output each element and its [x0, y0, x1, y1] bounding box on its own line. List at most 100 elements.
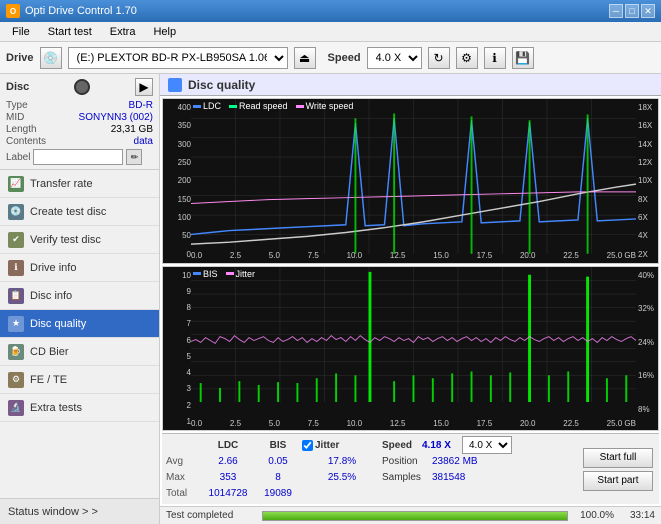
disc-quality-icon: ★ — [8, 316, 24, 332]
chart1-container: LDC Read speed Write speed 400 350 300 — [162, 98, 659, 264]
progress-bar-fill — [263, 512, 567, 520]
chart1-y-right: 18X 16X 14X 12X 10X 8X 6X 4X 2X — [636, 99, 658, 263]
chart2-y-right: 40% 32% 24% 16% 8% — [636, 267, 658, 431]
chart1-svg — [191, 99, 636, 254]
chart2-y-left: 10 9 8 7 6 5 4 3 2 1 — [163, 267, 191, 431]
verify-test-icon: ✔ — [8, 232, 24, 248]
drive-select[interactable]: (E:) PLEXTOR BD-R PX-LB950SA 1.06 — [68, 47, 288, 69]
disc-info-table: Type BD-R MID SONYNN3 (002) Length 23,31… — [6, 100, 153, 165]
sidebar-item-transfer-rate[interactable]: 📈 Transfer rate — [0, 170, 159, 198]
sidebar: Disc ▶ Type BD-R MID SONYNN3 (002) Lengt… — [0, 74, 160, 524]
speed-val: 4.18 X — [422, 440, 462, 451]
total-bis: 19089 — [254, 488, 302, 499]
drive-info-icon: ℹ — [8, 260, 24, 276]
menu-start-test[interactable]: Start test — [40, 24, 100, 40]
menu-help[interactable]: Help — [145, 24, 184, 40]
speed-label: Speed — [328, 52, 361, 64]
contents-key: Contents — [6, 136, 46, 147]
eject-button[interactable]: ⏏ — [294, 47, 316, 69]
menubar: File Start test Extra Help — [0, 22, 661, 42]
close-button[interactable]: ✕ — [641, 4, 655, 18]
sidebar-item-fe-te[interactable]: ⚙ FE / TE — [0, 366, 159, 394]
progress-bar-bg — [262, 511, 568, 521]
label-input[interactable] — [33, 149, 123, 165]
sidebar-item-create-test[interactable]: 💿 Create test disc — [0, 198, 159, 226]
contents-val: data — [134, 136, 153, 147]
start-part-button[interactable]: Start part — [583, 471, 653, 491]
extra-tests-label: Extra tests — [30, 402, 82, 414]
avg-bis: 0.05 — [254, 456, 302, 467]
legend-ldc: LDC — [203, 101, 221, 111]
toolbar: Drive 💿 (E:) PLEXTOR BD-R PX-LB950SA 1.0… — [0, 42, 661, 74]
speed-sel[interactable]: 4.0 X — [462, 436, 512, 454]
sidebar-item-verify-test[interactable]: ✔ Verify test disc — [0, 226, 159, 254]
app-icon: O — [6, 4, 20, 18]
avg-jitter: 17.8% — [302, 456, 382, 467]
legend-jitter: Jitter — [236, 269, 256, 279]
verify-test-label: Verify test disc — [30, 234, 101, 246]
drive-icon-btn[interactable]: 💿 — [40, 47, 62, 69]
jitter-header: Jitter — [315, 440, 339, 451]
mid-val: SONYNN3 (002) — [79, 112, 153, 123]
dq-icon — [168, 78, 182, 92]
test-status: Test completed — [166, 510, 256, 521]
maximize-button[interactable]: □ — [625, 4, 639, 18]
progress-time: 33:14 — [620, 510, 655, 521]
type-key: Type — [6, 100, 28, 111]
cd-bier-icon: 🍺 — [8, 344, 24, 360]
fe-te-label: FE / TE — [30, 374, 67, 386]
bis-header: BIS — [254, 440, 302, 451]
avg-label: Avg — [166, 456, 202, 467]
sidebar-item-disc-info[interactable]: 📋 Disc info — [0, 282, 159, 310]
minimize-button[interactable]: ─ — [609, 4, 623, 18]
position-val: 23862 MB — [432, 456, 478, 467]
chart2-container: BIS Jitter 10 9 8 7 6 5 4 3 — [162, 266, 659, 432]
total-ldc: 1014728 — [202, 488, 254, 499]
ldc-header: LDC — [202, 440, 254, 451]
titlebar: O Opti Drive Control 1.70 ─ □ ✕ — [0, 0, 661, 22]
length-key: Length — [6, 124, 37, 135]
speed-select[interactable]: 4.0 X — [367, 47, 422, 69]
avg-ldc: 2.66 — [202, 456, 254, 467]
sidebar-item-disc-quality[interactable]: ★ Disc quality — [0, 310, 159, 338]
refresh-button[interactable]: ↻ — [428, 47, 450, 69]
samples-label: Samples — [382, 472, 432, 483]
type-val: BD-R — [129, 100, 153, 111]
label-edit-btn[interactable]: ✏ — [126, 149, 142, 165]
sidebar-item-drive-info[interactable]: ℹ Drive info — [0, 254, 159, 282]
sidebar-item-extra-tests[interactable]: 🔬 Extra tests — [0, 394, 159, 422]
jitter-checkbox[interactable] — [302, 440, 313, 451]
charts-area: LDC Read speed Write speed 400 350 300 — [160, 96, 661, 506]
legend-read-speed: Read speed — [239, 101, 288, 111]
drive-label: Drive — [6, 52, 34, 64]
disc-info-label: Disc info — [30, 290, 72, 302]
sidebar-item-cd-bier[interactable]: 🍺 CD Bier — [0, 338, 159, 366]
disc-icon — [74, 79, 90, 95]
disc-quality-label: Disc quality — [30, 318, 86, 330]
progress-area: Test completed 100.0% 33:14 — [160, 506, 661, 524]
menu-file[interactable]: File — [4, 24, 38, 40]
start-full-button[interactable]: Start full — [583, 448, 653, 468]
disc-action-btn[interactable]: ▶ — [135, 78, 153, 96]
create-test-label: Create test disc — [30, 206, 106, 218]
position-label: Position — [382, 456, 432, 467]
progress-percent: 100.0% — [574, 510, 614, 521]
settings-button[interactable]: ⚙ — [456, 47, 478, 69]
app-title: Opti Drive Control 1.70 — [25, 5, 137, 17]
chart2-x-axis: 0.0 2.5 5.0 7.5 10.0 12.5 15.0 17.5 20.0… — [191, 416, 636, 430]
save-button[interactable]: 💾 — [512, 47, 534, 69]
disc-info-icon: 📋 — [8, 288, 24, 304]
fe-te-icon: ⚙ — [8, 372, 24, 388]
dq-title: Disc quality — [188, 78, 255, 92]
menu-extra[interactable]: Extra — [102, 24, 144, 40]
chart1-x-axis: 0.0 2.5 5.0 7.5 10.0 12.5 15.0 17.5 20.0… — [191, 249, 636, 263]
cd-bier-label: CD Bier — [30, 346, 69, 358]
info-button[interactable]: ℹ — [484, 47, 506, 69]
status-window-btn[interactable]: Status window > > — [0, 498, 159, 524]
create-test-icon: 💿 — [8, 204, 24, 220]
drive-info-label: Drive info — [30, 262, 76, 274]
stats-panel: LDC BIS Jitter Speed 4.18 X 4.0 X — [162, 433, 659, 504]
disc-panel: Disc ▶ Type BD-R MID SONYNN3 (002) Lengt… — [0, 74, 159, 170]
content-area: Disc quality LDC Read speed Wri — [160, 74, 661, 524]
legend-write-speed: Write speed — [306, 101, 354, 111]
